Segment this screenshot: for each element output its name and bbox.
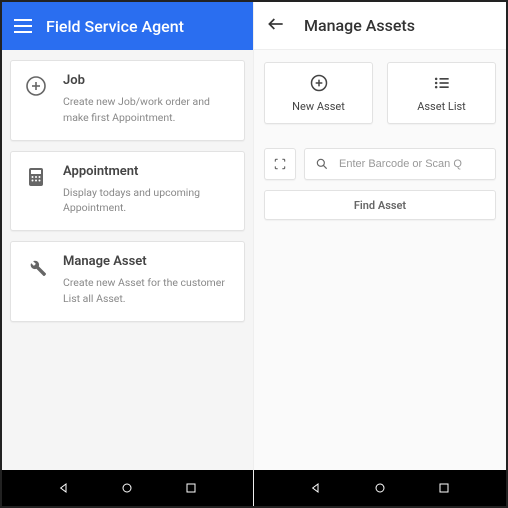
nav-home-icon[interactable] bbox=[119, 480, 135, 496]
plus-circle-icon bbox=[309, 73, 329, 93]
nav-home-icon[interactable] bbox=[372, 480, 388, 496]
android-navbar-left bbox=[2, 470, 253, 506]
scan-button[interactable] bbox=[264, 148, 296, 180]
wrench-icon bbox=[23, 254, 49, 280]
card-manage-asset[interactable]: Manage Asset Create new Asset for the cu… bbox=[10, 241, 245, 322]
card-appointment[interactable]: Appointment Display todays and upcoming … bbox=[10, 151, 245, 232]
nav-back-icon[interactable] bbox=[308, 480, 324, 496]
back-arrow-icon[interactable] bbox=[266, 14, 286, 38]
nav-back-icon[interactable] bbox=[56, 480, 72, 496]
content-right: New Asset Asset List Find Asset bbox=[254, 50, 506, 470]
app-title-right: Manage Assets bbox=[304, 16, 415, 35]
barcode-search-field[interactable] bbox=[304, 148, 496, 180]
android-navbar-right bbox=[254, 470, 506, 506]
card-title: Appointment bbox=[63, 164, 232, 179]
card-title: Job bbox=[63, 73, 232, 88]
calculator-icon bbox=[23, 164, 49, 190]
appbar-right: Manage Assets bbox=[254, 2, 506, 50]
find-asset-label: Find Asset bbox=[354, 199, 406, 212]
card-job[interactable]: Job Create new Job/work order and make f… bbox=[10, 60, 245, 141]
asset-list-button[interactable]: Asset List bbox=[387, 62, 496, 124]
card-title: Manage Asset bbox=[63, 254, 232, 269]
appbar-left: Field Service Agent bbox=[2, 2, 253, 50]
new-asset-button[interactable]: New Asset bbox=[264, 62, 373, 124]
new-asset-label: New Asset bbox=[292, 100, 345, 113]
app-title-left: Field Service Agent bbox=[46, 17, 184, 36]
plus-circle-icon bbox=[23, 73, 49, 99]
list-icon bbox=[432, 73, 452, 93]
nav-recent-icon[interactable] bbox=[183, 480, 199, 496]
card-desc: Create new Job/work order and make first… bbox=[63, 94, 232, 126]
card-desc: Display todays and upcoming Appointment. bbox=[63, 185, 232, 217]
nav-recent-icon[interactable] bbox=[436, 480, 452, 496]
menu-icon[interactable] bbox=[14, 19, 32, 33]
asset-list-label: Asset List bbox=[417, 100, 466, 113]
search-icon bbox=[315, 157, 329, 171]
content-left: Job Create new Job/work order and make f… bbox=[2, 50, 253, 470]
card-desc: Create new Asset for the customer List a… bbox=[63, 275, 232, 307]
find-asset-button[interactable]: Find Asset bbox=[264, 190, 496, 220]
scan-icon bbox=[273, 157, 287, 171]
barcode-input[interactable] bbox=[339, 158, 485, 170]
